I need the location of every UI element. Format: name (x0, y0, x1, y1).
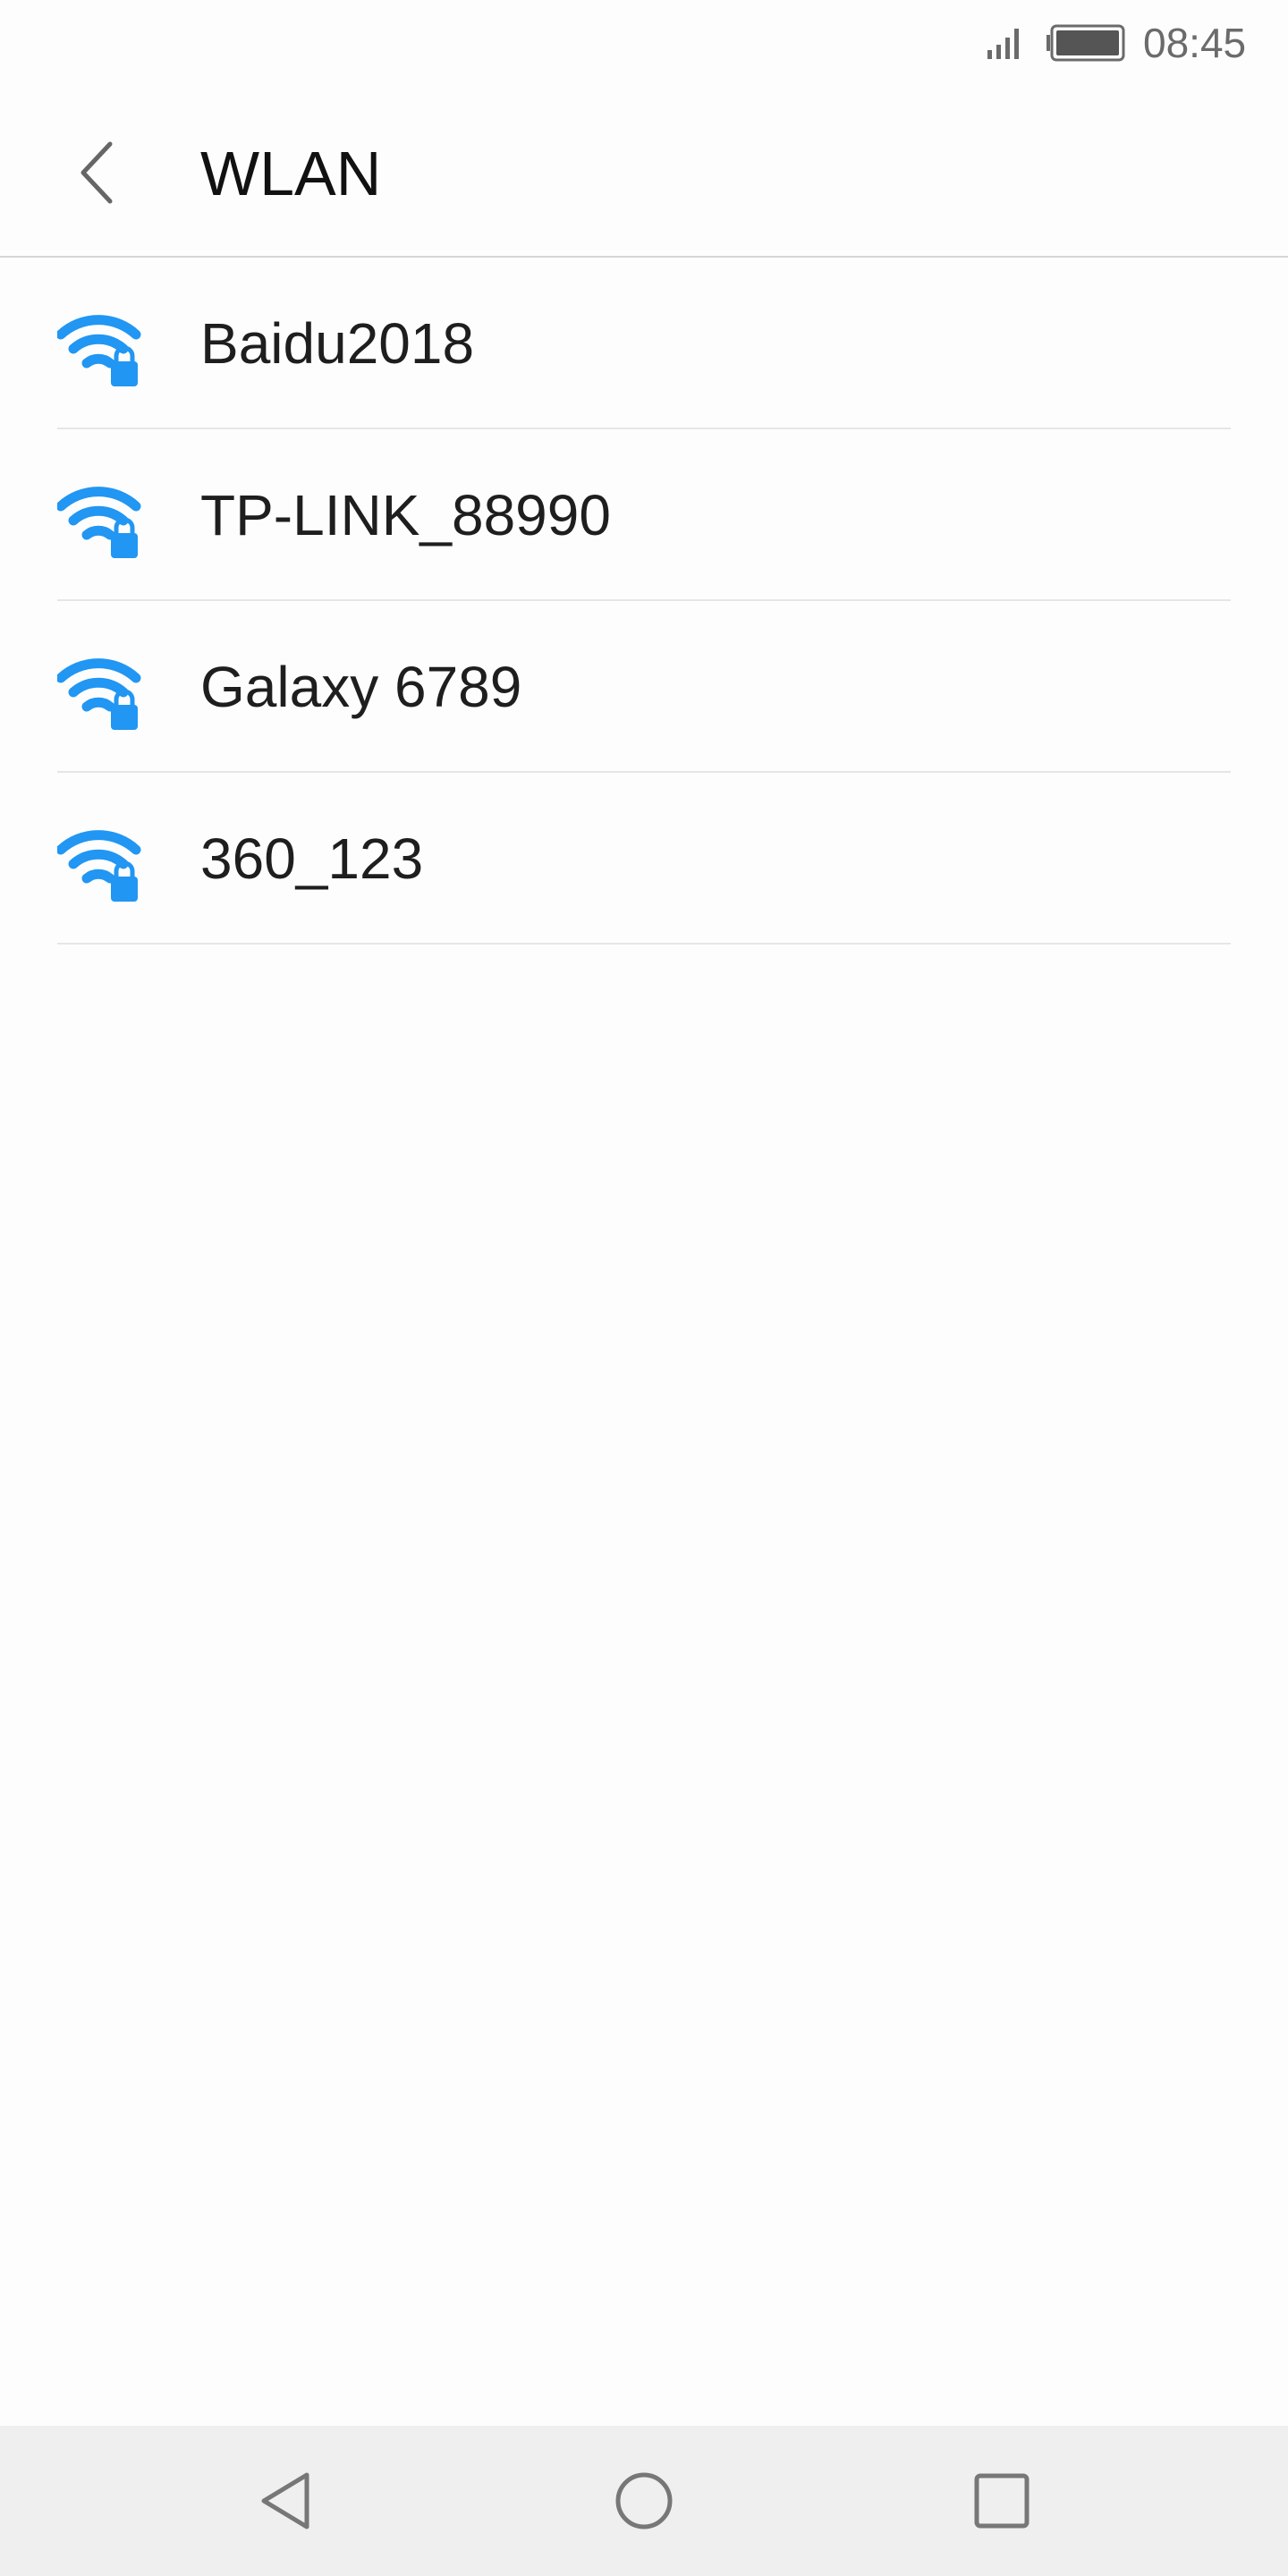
nav-back-button[interactable] (242, 2456, 331, 2546)
wlan-network-item[interactable]: Galaxy 6789 (0, 601, 1288, 773)
wifi-locked-icon (57, 830, 141, 902)
wlan-network-list: Baidu2018 TP-LINK_88990 Galaxy 6789 360_… (0, 258, 1288, 945)
back-button[interactable] (57, 132, 138, 213)
app-header: WLAN (0, 86, 1288, 258)
wlan-network-item[interactable]: TP-LINK_88990 (0, 429, 1288, 601)
chevron-left-icon (80, 141, 113, 204)
wlan-network-name: Baidu2018 (200, 311, 475, 376)
battery-icon (1046, 24, 1125, 62)
wlan-network-name: 360_123 (200, 826, 424, 891)
recent-square-icon (974, 2473, 1030, 2529)
back-triangle-icon (261, 2472, 309, 2529)
status-bar: 08:45 (0, 0, 1288, 86)
home-circle-icon (615, 2472, 673, 2529)
nav-recent-button[interactable] (957, 2456, 1046, 2546)
nav-home-button[interactable] (599, 2456, 689, 2546)
signal-icon (987, 29, 1019, 59)
wifi-locked-icon (57, 315, 141, 386)
screen: 08:45 WLAN Baidu2018 TP-LINK_88990 Galax… (0, 0, 1288, 2576)
wlan-network-item[interactable]: Baidu2018 (0, 258, 1288, 429)
wifi-locked-icon (57, 487, 141, 558)
wlan-network-item[interactable]: 360_123 (0, 773, 1288, 945)
page-title: WLAN (200, 139, 382, 208)
wifi-locked-icon (57, 658, 141, 730)
wlan-network-name: TP-LINK_88990 (200, 483, 611, 547)
wlan-network-name: Galaxy 6789 (200, 655, 522, 719)
status-time: 08:45 (1143, 20, 1247, 66)
system-nav-bar (0, 2426, 1288, 2576)
